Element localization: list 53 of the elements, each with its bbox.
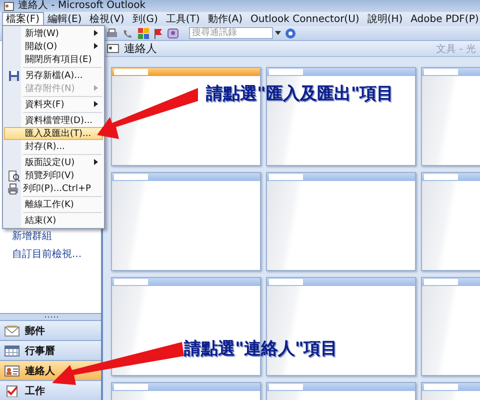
menu-item[interactable]: 開啟(O) <box>4 40 103 53</box>
contact-card-icon <box>107 44 119 53</box>
categories-icon <box>138 28 149 38</box>
submenu-arrow-icon <box>94 30 98 36</box>
menu-item[interactable]: 匯入及匯出(T)... <box>4 127 103 140</box>
phone-icon <box>122 28 134 38</box>
menu-item[interactable]: 工具(T) <box>162 12 204 26</box>
menu-item[interactable]: 另存新檔(A)... <box>4 69 103 82</box>
contact-card-icon <box>4 364 20 376</box>
nav-button[interactable]: 行事曆 <box>0 340 101 360</box>
menu-item[interactable]: 到(G) <box>128 12 162 26</box>
window-title: 連絡人 - Microsoft Outlook <box>18 0 146 12</box>
page-magnifier-icon <box>8 170 20 182</box>
menu-item[interactable]: 檔案(F) <box>2 12 44 26</box>
menu-item[interactable]: 資料檔管理(D)... <box>4 114 103 127</box>
checkmark-clipboard-icon <box>4 384 20 396</box>
menu-item[interactable]: 版面設定(U) <box>4 156 103 169</box>
nav-button[interactable]: 郵件 <box>0 320 101 340</box>
contact-card[interactable] <box>266 67 416 166</box>
instruction-text: 請點選"連絡人"項目 <box>184 338 338 360</box>
nav-link[interactable]: 自訂目前檢視... <box>12 247 82 261</box>
menu-item[interactable]: Outlook Connector(U) <box>246 12 364 26</box>
flag-icon <box>153 28 163 38</box>
filter-label: 文具 - 光 <box>436 42 476 56</box>
menu-item[interactable]: 資料夾(F) <box>4 98 103 111</box>
menu-item[interactable]: 說明(H) <box>363 12 407 26</box>
menu-item[interactable]: 離線工作(K) <box>4 198 103 211</box>
help-icon[interactable] <box>285 28 296 38</box>
menu-item[interactable]: 預覽列印(V) <box>4 169 103 182</box>
menu-item[interactable]: 關閉所有項目(E) <box>4 53 103 66</box>
envelope-icon <box>4 324 20 336</box>
nav-button[interactable]: 工作 <box>0 380 101 400</box>
folder-title: 連絡人 <box>124 41 157 56</box>
printer-icon <box>106 28 118 38</box>
menu-item[interactable]: 封存(R)... <box>4 140 103 153</box>
menu-item[interactable]: Adobe PDF(P) <box>406 12 480 26</box>
menu-item[interactable]: 編輯(E) <box>44 12 86 26</box>
menu-item[interactable]: 結束(X) <box>4 214 103 227</box>
submenu-arrow-icon <box>94 42 98 48</box>
menu-item[interactable]: 動作(A) <box>204 12 246 26</box>
menu-item[interactable]: 檢視(V) <box>86 12 128 26</box>
dropdown-caret-icon <box>275 31 281 35</box>
nav-link[interactable]: 新增群組 <box>12 229 52 243</box>
instruction-text: 請點選"匯入及匯出"項目 <box>206 83 394 105</box>
contact-card-icon <box>4 2 14 10</box>
submenu-arrow-icon <box>94 84 98 90</box>
menu-item[interactable]: 列印(P)...Ctrl+P <box>4 182 103 195</box>
contact-card[interactable] <box>111 277 261 376</box>
menu-item[interactable]: 新增(W) <box>4 27 103 40</box>
submenu-arrow-icon <box>94 100 98 106</box>
printer-icon <box>6 182 19 194</box>
submenu-arrow-icon <box>94 158 98 164</box>
calendar-icon <box>4 344 20 356</box>
